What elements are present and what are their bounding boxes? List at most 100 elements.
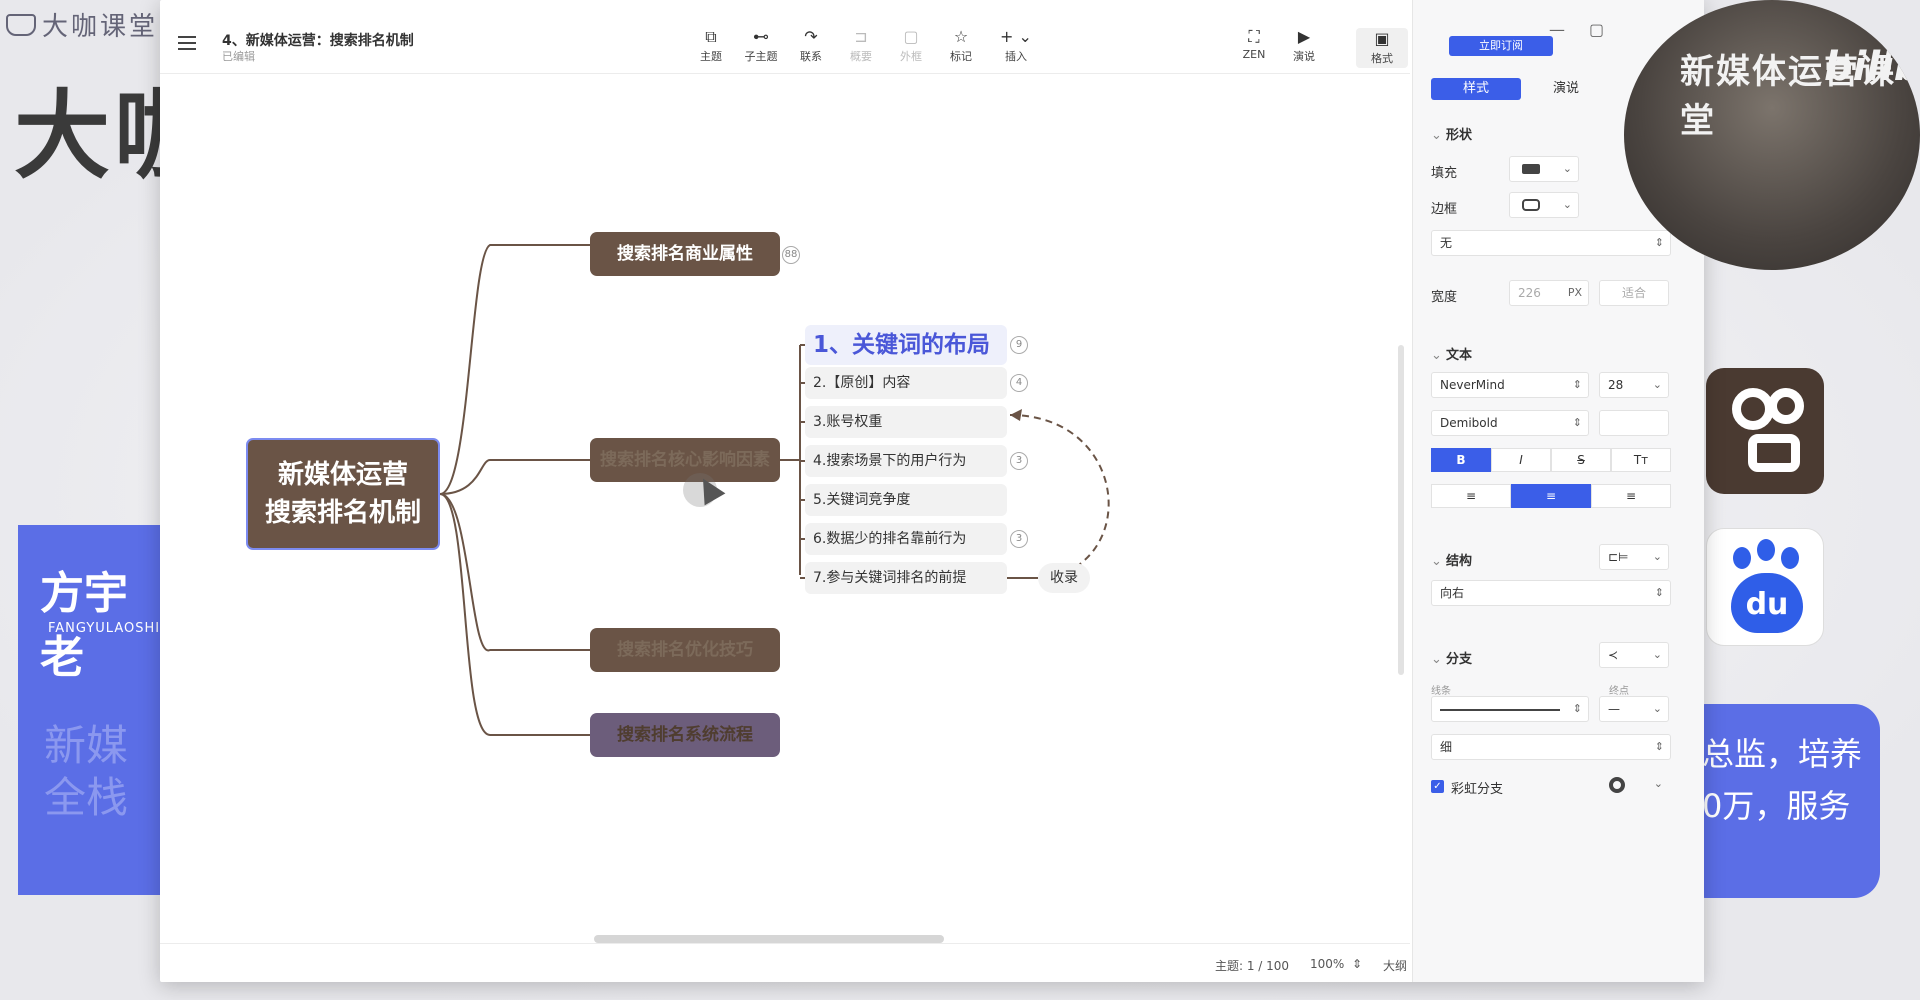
direction-select[interactable]: 向右 ⇕ xyxy=(1431,580,1671,606)
font-size-select[interactable]: 28 ⌄ xyxy=(1599,372,1669,398)
main-topic[interactable]: 搜索排名商业属性 xyxy=(590,232,780,276)
fit-button[interactable]: 适合 xyxy=(1599,280,1669,306)
toolbar-topic-button[interactable]: ⧉ 主题 xyxy=(685,28,737,64)
align-center-button[interactable]: ≡ xyxy=(1511,484,1591,508)
chevron-updown-icon: ⇕ xyxy=(1654,586,1664,599)
horizontal-scrollbar[interactable] xyxy=(594,935,944,943)
font-weight-select[interactable]: Demibold ⇕ xyxy=(1431,410,1589,436)
outline-button[interactable]: 大纲 xyxy=(1383,957,1407,974)
branch-style-icon: ≺ xyxy=(1608,648,1619,662)
topic-count: 主题: 1 / 100 xyxy=(1215,959,1290,973)
chevron-updown-icon: ⇕ xyxy=(1654,236,1664,249)
chevron-down-icon: ⌄ xyxy=(1652,378,1662,391)
slide-intro-line: 总监，培养 xyxy=(1702,735,1863,773)
teacher-card-line: 全栈 xyxy=(44,773,129,822)
collapse-count-badge[interactable]: 3 xyxy=(1010,530,1028,548)
toolbar-label: 概要 xyxy=(850,50,872,63)
italic-button[interactable]: I xyxy=(1491,448,1551,472)
toolbar-format-button[interactable]: ▣ 格式 xyxy=(1356,28,1408,68)
toolbar-boundary-button[interactable]: ▢ 外框 xyxy=(885,28,937,64)
format-panel-icon: ▣ xyxy=(1374,29,1390,48)
line-thickness-value: 细 xyxy=(1440,740,1453,754)
main-topic[interactable]: 搜索排名核心影响因素 xyxy=(590,438,780,482)
width-input[interactable]: 226 PX xyxy=(1509,280,1589,306)
text-case-button[interactable]: Tт xyxy=(1611,448,1671,472)
slide-intro-line: 0万，服务 xyxy=(1702,787,1851,825)
border-shape-icon xyxy=(1522,199,1540,211)
font-family-value: NeverMind xyxy=(1440,378,1505,392)
rainbow-color-select[interactable]: ⌄ xyxy=(1599,772,1669,798)
boundary-icon: ▢ xyxy=(903,27,919,46)
font-family-select[interactable]: NeverMind ⇕ xyxy=(1431,372,1589,398)
root-topic[interactable]: 新媒体运营 搜索排名机制 xyxy=(246,438,440,550)
line-style-select[interactable]: ⇕ xyxy=(1431,696,1589,722)
tab-pitch[interactable]: 演说 xyxy=(1521,78,1611,100)
mindmap-canvas[interactable]: 新媒体运营 搜索排名机制 搜索排名商业属性 88 搜索排名核心影响因素 搜索排名… xyxy=(160,75,1410,943)
chevron-down-icon: ⌄ xyxy=(1652,702,1662,715)
sub-topic[interactable]: 5.关键词竞争度 xyxy=(805,484,1007,516)
toolbar-pitch-button[interactable]: ▶ 演说 xyxy=(1278,28,1330,64)
border-style-select[interactable]: 无 ⇕ xyxy=(1431,230,1671,256)
collapse-count-badge[interactable]: 88 xyxy=(782,246,800,264)
toolbar-zen-button[interactable]: ⛶ ZEN xyxy=(1228,28,1280,62)
teacher-card-lines: 新媒 全栈 xyxy=(44,720,128,824)
chevron-updown-icon: ⇕ xyxy=(1572,378,1582,391)
menu-icon[interactable] xyxy=(178,36,196,50)
line-thickness-select[interactable]: 细 ⇕ xyxy=(1431,734,1671,760)
collapse-count-badge[interactable]: 4 xyxy=(1010,374,1028,392)
toolbar-summary-button[interactable]: ⊐ 概要 xyxy=(835,28,887,64)
sub-topic[interactable]: 4.搜索场景下的用户行为 xyxy=(805,445,1007,477)
structure-section-title[interactable]: 结构 xyxy=(1431,550,1472,569)
toolbar-relationship-button[interactable]: ↷ 联系 xyxy=(785,28,837,64)
line-end-icon: — xyxy=(1608,702,1620,716)
course-logo: 大咖课堂 xyxy=(6,6,158,43)
mouse-cursor-icon xyxy=(683,473,717,507)
sub-topic[interactable]: 2.【原创】内容 xyxy=(805,367,1007,399)
main-topic-label: 搜索排名商业属性 xyxy=(617,244,753,264)
toolbar-marker-button[interactable]: ☆ 标记 xyxy=(935,28,987,64)
toolbar-label: 演说 xyxy=(1293,50,1315,63)
line-end-select[interactable]: — ⌄ xyxy=(1599,696,1669,722)
sub-topic[interactable]: 7.参与关键词排名的前提 xyxy=(805,562,1007,594)
fill-shape-select[interactable]: ⌄ xyxy=(1509,156,1579,182)
play-icon: ▶ xyxy=(1297,27,1311,46)
border-shape-select[interactable]: ⌄ xyxy=(1509,192,1579,218)
font-weight-value: Demibold xyxy=(1440,416,1498,430)
zoom-stepper-icon[interactable]: ⇕ xyxy=(1352,957,1362,971)
sub-topic[interactable]: 6.数据少的排名靠前行为 xyxy=(805,523,1007,555)
document-status: 已编辑 xyxy=(222,50,255,63)
collapse-count-badge[interactable]: 9 xyxy=(1010,336,1028,354)
branch-style-select[interactable]: ≺ ⌄ xyxy=(1599,642,1669,668)
rainbow-branch-checkbox[interactable]: ✓ xyxy=(1431,780,1444,793)
structure-type-select[interactable]: ⊏⊨ ⌄ xyxy=(1599,544,1669,570)
collapse-count-badge[interactable]: 3 xyxy=(1010,452,1028,470)
bold-button[interactable]: B xyxy=(1431,448,1491,472)
main-topic[interactable]: 搜索排名系统流程 xyxy=(590,713,780,757)
subscribe-button[interactable]: 立即订阅 xyxy=(1449,36,1553,56)
maximize-icon[interactable]: ▢ xyxy=(1589,20,1604,39)
rainbow-branch-label: 彩虹分支 xyxy=(1451,782,1504,797)
width-unit: PX xyxy=(1567,286,1582,299)
main-topic-label: 搜索排名优化技巧 xyxy=(617,640,753,660)
strikethrough-button[interactable]: S xyxy=(1551,448,1611,472)
main-topic[interactable]: 搜索排名优化技巧 xyxy=(590,628,780,672)
sub-topic-label: 4.搜索场景下的用户行为 xyxy=(813,453,967,469)
collect-topic[interactable]: 收录 xyxy=(1038,563,1090,593)
slide-intro-card: 总监，培养 0万，服务 xyxy=(1680,704,1880,898)
zoom-level[interactable]: 100% xyxy=(1310,957,1344,971)
tab-style[interactable]: 样式 xyxy=(1431,78,1521,100)
toolbar-subtopic-button[interactable]: ⊷ 子主题 xyxy=(735,28,787,64)
toolbar-label: 联系 xyxy=(800,50,822,63)
text-section-title[interactable]: 文本 xyxy=(1431,344,1472,363)
presenter-camera: 新媒体运营课堂 bilibili xyxy=(1624,0,1920,270)
branch-section-title[interactable]: 分支 xyxy=(1431,648,1472,667)
shape-section-title[interactable]: 形状 xyxy=(1431,124,1472,143)
chevron-updown-icon: ⇕ xyxy=(1572,702,1582,715)
toolbar-insert-button[interactable]: + ⌄ 插入 xyxy=(990,28,1042,64)
sub-topic[interactable]: 1、关键词的布局 xyxy=(805,325,1007,365)
text-color-picker[interactable] xyxy=(1599,410,1669,436)
sub-topic[interactable]: 3.账号权重 xyxy=(805,406,1007,438)
align-left-button[interactable]: ≡ xyxy=(1431,484,1511,508)
align-right-button[interactable]: ≡ xyxy=(1591,484,1671,508)
vertical-scrollbar[interactable] xyxy=(1398,345,1404,675)
